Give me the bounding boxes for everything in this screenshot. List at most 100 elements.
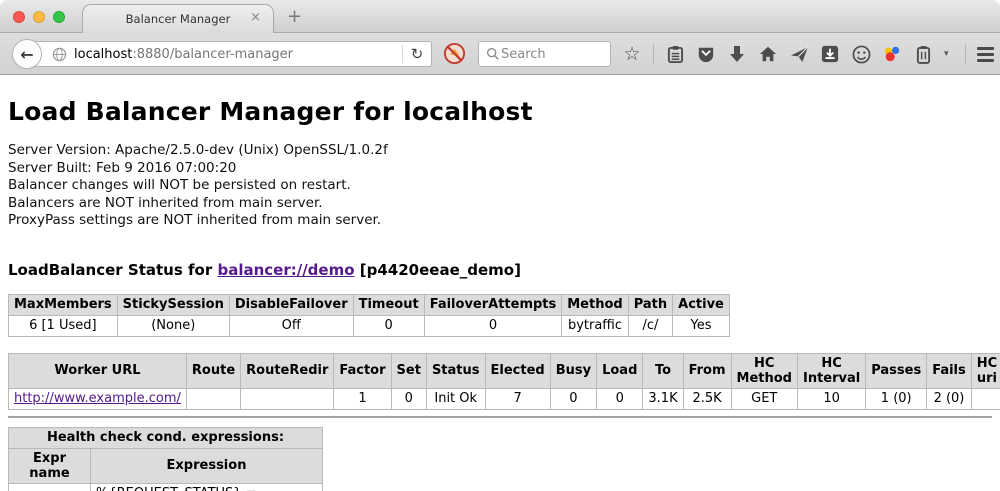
cell-passes: 1 (0) bbox=[866, 388, 927, 409]
toolbar-separator bbox=[653, 44, 654, 64]
cell-load: 0 bbox=[597, 388, 643, 409]
heading-prefix: LoadBalancer Status for bbox=[8, 261, 217, 279]
cell-route bbox=[186, 388, 240, 409]
browser-window: Balancer Manager × + ← localhost:8880/ba… bbox=[0, 0, 1000, 491]
persist-notice-line: Balancer changes will NOT be persisted o… bbox=[8, 177, 992, 195]
cell-factor: 1 bbox=[334, 388, 391, 409]
url-domain: localhost bbox=[74, 47, 132, 62]
cell-path: /c/ bbox=[628, 315, 672, 336]
balancer-settings-table: MaxMembers StickySession DisableFailover… bbox=[8, 294, 730, 337]
health-table-title: Health check cond. expressions: bbox=[9, 427, 323, 448]
cell-expr-name: foof bbox=[9, 483, 91, 491]
bookmarks-clipboard-icon[interactable] bbox=[665, 43, 685, 65]
cell-failoverattempts: 0 bbox=[424, 315, 562, 336]
cell-from: 2.5K bbox=[683, 388, 731, 409]
downloads-icon[interactable] bbox=[727, 43, 747, 65]
col-header-busy: Busy bbox=[550, 353, 596, 388]
worker-url-link[interactable]: http://www.example.com/ bbox=[14, 391, 181, 406]
search-icon bbox=[485, 43, 501, 65]
cell-status: Init Ok bbox=[426, 388, 485, 409]
send-plane-icon[interactable] bbox=[789, 43, 809, 65]
cell-busy: 0 bbox=[550, 388, 596, 409]
reload-button[interactable]: ↻ bbox=[403, 45, 431, 63]
balancer-status-heading: LoadBalancer Status for balancer://demo … bbox=[8, 261, 992, 279]
heading-suffix: [p4420eeae_demo] bbox=[355, 261, 521, 279]
col-header-disablefailover: DisableFailover bbox=[229, 294, 353, 315]
col-header-hc-uri: HC uri bbox=[971, 353, 1000, 388]
col-header-active: Active bbox=[673, 294, 730, 315]
content-blocker-icon[interactable] bbox=[443, 42, 466, 69]
cell-expression: %{REQUEST_STATUS} =~ /^[234]/ bbox=[91, 483, 323, 491]
col-header-stickysession: StickySession bbox=[117, 294, 229, 315]
table-row: http://www.example.com/ 1 0 Init Ok 7 0 … bbox=[9, 388, 1000, 409]
proxypass-notice-line: ProxyPass settings are NOT inherited fro… bbox=[8, 212, 992, 230]
table-row: foof %{REQUEST_STATUS} =~ /^[234]/ bbox=[9, 483, 323, 491]
table-title-row: Health check cond. expressions: bbox=[9, 427, 323, 448]
col-header-expr-name: Expr name bbox=[9, 448, 91, 483]
health-check-table: Health check cond. expressions: Expr nam… bbox=[8, 427, 323, 491]
search-bar[interactable] bbox=[478, 41, 611, 67]
page-content: Load Balancer Manager for localhost Serv… bbox=[0, 75, 1000, 490]
col-header-maxmembers: MaxMembers bbox=[9, 294, 118, 315]
cell-timeout: 0 bbox=[353, 315, 424, 336]
separator bbox=[8, 416, 992, 418]
url-text: localhost:8880/balancer-manager bbox=[74, 47, 293, 62]
col-header-status: Status bbox=[426, 353, 485, 388]
cell-to: 3.1K bbox=[643, 388, 683, 409]
home-icon[interactable] bbox=[758, 43, 778, 65]
cell-elected: 7 bbox=[485, 388, 550, 409]
table-header-row: Expr name Expression bbox=[9, 448, 323, 483]
cell-hc-method: GET bbox=[731, 388, 797, 409]
cell-set: 0 bbox=[391, 388, 426, 409]
cell-stickysession: (None) bbox=[117, 315, 229, 336]
pocket-icon[interactable] bbox=[696, 43, 716, 65]
col-header-routeredir: RouteRedir bbox=[241, 353, 334, 388]
col-header-expression: Expression bbox=[91, 448, 323, 483]
chevron-down-icon[interactable]: ▾ bbox=[944, 49, 954, 59]
search-input[interactable] bbox=[501, 47, 601, 62]
col-header-factor: Factor bbox=[334, 353, 391, 388]
minimize-window-button[interactable] bbox=[33, 11, 45, 23]
bookmark-star-icon[interactable]: ☆ bbox=[622, 43, 642, 65]
window-controls bbox=[13, 11, 65, 23]
globe-icon bbox=[52, 47, 67, 62]
cell-routeredir bbox=[241, 388, 334, 409]
tab-title: Balancer Manager bbox=[126, 12, 231, 26]
colored-dots-addon-icon[interactable] bbox=[882, 43, 902, 65]
navigation-toolbar: ← localhost:8880/balancer-manager ↻ ☆ bbox=[0, 33, 1000, 75]
url-path: :8880/balancer-manager bbox=[132, 47, 293, 62]
toolbar-separator bbox=[965, 44, 966, 64]
col-header-hc-method: HC Method bbox=[731, 353, 797, 388]
server-info: Server Version: Apache/2.5.0-dev (Unix) … bbox=[8, 142, 992, 230]
col-header-fails: Fails bbox=[927, 353, 972, 388]
menu-hamburger-icon[interactable] bbox=[977, 47, 994, 62]
cell-active: Yes bbox=[673, 315, 730, 336]
col-header-hc-interval: HC Interval bbox=[797, 353, 865, 388]
cell-method: bytraffic bbox=[562, 315, 628, 336]
container-addon-icon[interactable] bbox=[913, 43, 933, 65]
inherit-notice-line: Balancers are NOT inherited from main se… bbox=[8, 195, 992, 213]
page-title: Load Balancer Manager for localhost bbox=[8, 75, 992, 126]
tab-balancer-manager[interactable]: Balancer Manager × bbox=[82, 4, 274, 33]
toolbar-icons: ☆ bbox=[622, 33, 1000, 75]
download-box-addon-icon[interactable] bbox=[820, 43, 840, 65]
col-header-path: Path bbox=[628, 294, 672, 315]
server-built-line: Server Built: Feb 9 2016 07:00:20 bbox=[8, 160, 992, 178]
col-header-elected: Elected bbox=[485, 353, 550, 388]
back-button[interactable]: ← bbox=[12, 39, 42, 69]
col-header-passes: Passes bbox=[866, 353, 927, 388]
emoji-addon-icon[interactable] bbox=[851, 43, 871, 65]
url-bar[interactable]: localhost:8880/balancer-manager ↻ bbox=[27, 41, 432, 67]
table-header-row: MaxMembers StickySession DisableFailover… bbox=[9, 294, 730, 315]
col-header-method: Method bbox=[562, 294, 628, 315]
maximize-window-button[interactable] bbox=[53, 11, 65, 23]
tab-close-icon[interactable]: × bbox=[250, 10, 261, 25]
col-header-failoverattempts: FailoverAttempts bbox=[424, 294, 562, 315]
table-row: 6 [1 Used] (None) Off 0 0 bytraffic /c/ … bbox=[9, 315, 730, 336]
cell-worker-url: http://www.example.com/ bbox=[9, 388, 187, 409]
col-header-set: Set bbox=[391, 353, 426, 388]
balancer-demo-link[interactable]: balancer://demo bbox=[217, 261, 354, 279]
new-tab-button[interactable]: + bbox=[287, 4, 302, 30]
close-window-button[interactable] bbox=[13, 11, 25, 23]
col-header-from: From bbox=[683, 353, 731, 388]
